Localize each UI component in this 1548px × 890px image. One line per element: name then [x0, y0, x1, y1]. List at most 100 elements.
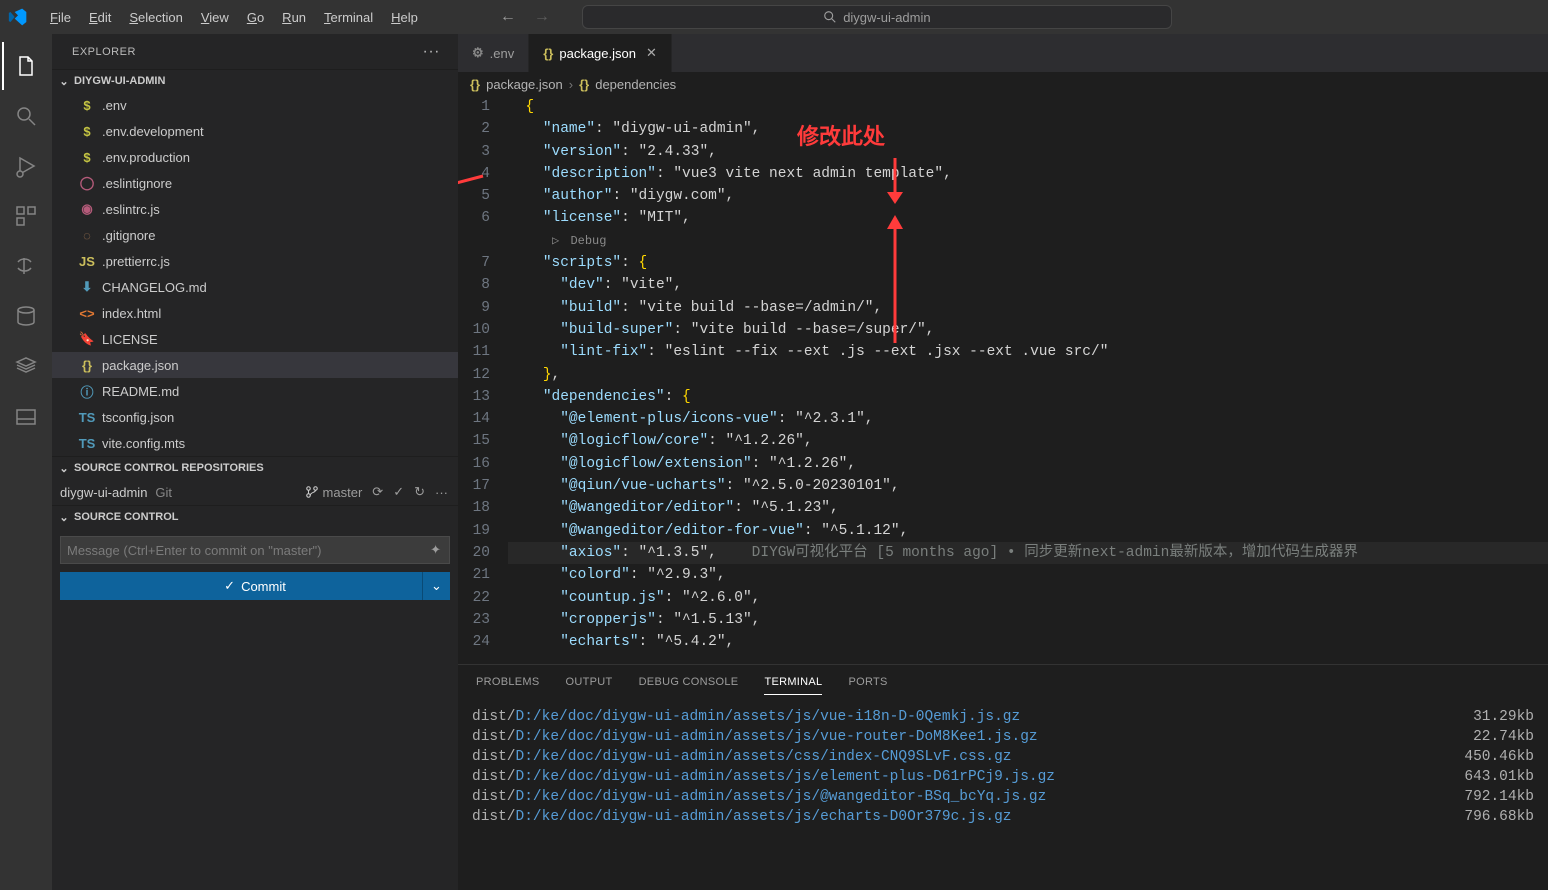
code-line[interactable]: "@wangeditor/editor-for-vue": "^5.1.12",: [508, 520, 1548, 542]
file-icon: ⬇: [78, 278, 96, 296]
nav-arrows: ← →: [500, 8, 550, 26]
code-line[interactable]: "countup.js": "^2.6.0",: [508, 587, 1548, 609]
code-line[interactable]: },: [508, 364, 1548, 386]
panel-tab-terminal[interactable]: TERMINAL: [764, 670, 822, 695]
scr-header[interactable]: ⌄ SOURCE CONTROL REPOSITORIES: [52, 456, 458, 479]
command-center[interactable]: diygw-ui-admin: [582, 5, 1172, 29]
tab-label: .env: [490, 46, 515, 61]
activity-search[interactable]: [2, 92, 50, 140]
source-control-header[interactable]: ⌄ SOURCE CONTROL: [52, 505, 458, 528]
menu-help[interactable]: Help: [383, 6, 426, 29]
code-line[interactable]: "dev": "vite",: [508, 274, 1548, 296]
code-line[interactable]: "lint-fix": "eslint --fix --ext .js --ex…: [508, 341, 1548, 363]
sparkle-icon[interactable]: ✦: [430, 542, 441, 558]
commit-message-input[interactable]: Message (Ctrl+Enter to commit on "master…: [60, 536, 450, 564]
nav-back-icon[interactable]: ←: [500, 8, 516, 26]
explorer-title-label: EXPLORER: [72, 46, 136, 58]
commit-dropdown[interactable]: ⌄: [422, 572, 450, 600]
file-row[interactable]: $.env.production: [52, 144, 458, 170]
scr-branch-name: master: [323, 485, 363, 500]
code-line[interactable]: "cropperjs": "^1.5.13",: [508, 609, 1548, 631]
code-line[interactable]: "dependencies": {: [508, 386, 1548, 408]
code-line[interactable]: "version": "2.4.33",: [508, 141, 1548, 163]
code-line[interactable]: "name": "diygw-ui-admin",: [508, 118, 1548, 140]
branch-picker[interactable]: master: [305, 485, 363, 500]
close-icon[interactable]: ✕: [646, 45, 657, 61]
code-line[interactable]: "build": "vite build --base=/admin/",: [508, 297, 1548, 319]
activity-run[interactable]: [2, 142, 50, 190]
more-icon[interactable]: ···: [423, 43, 440, 61]
code-line[interactable]: "colord": "^2.9.3",: [508, 564, 1548, 586]
activity-stack[interactable]: [2, 342, 50, 390]
code-line[interactable]: {: [508, 96, 1548, 118]
activity-bar: [0, 34, 52, 890]
arrow-up-icon: [883, 213, 907, 343]
file-row[interactable]: $.env: [52, 92, 458, 118]
file-icon: $: [78, 122, 96, 140]
more-icon[interactable]: ···: [435, 485, 448, 500]
code-line[interactable]: "build-super": "vite build --base=/super…: [508, 319, 1548, 341]
file-row[interactable]: $.env.development: [52, 118, 458, 144]
file-name: index.html: [102, 306, 161, 321]
file-row[interactable]: 🔖LICENSE: [52, 326, 458, 352]
panel-tab-problems[interactable]: PROBLEMS: [476, 670, 540, 694]
code-line[interactable]: "author": "diygw.com",: [508, 185, 1548, 207]
code-line[interactable]: "description": "vue3 vite next admin tem…: [508, 163, 1548, 185]
menu-selection[interactable]: Selection: [121, 6, 190, 29]
menu-view[interactable]: View: [193, 6, 237, 29]
file-row[interactable]: {}package.json: [52, 352, 458, 378]
sync-icon[interactable]: ⟳: [372, 484, 383, 500]
terminal-line: dist/D:/ke/doc/diygw-ui-admin/assets/js/…: [472, 807, 1534, 827]
commit-button[interactable]: ✓ Commit ⌄: [60, 572, 450, 600]
code-line[interactable]: "scripts": {: [508, 252, 1548, 274]
scr-repo-type: Git: [155, 485, 172, 500]
activity-extensions[interactable]: [2, 192, 50, 240]
menu-go[interactable]: Go: [239, 6, 272, 29]
breadcrumb[interactable]: {} package.json › {} dependencies: [458, 72, 1548, 96]
code-line[interactable]: "echarts": "^5.4.2",: [508, 631, 1548, 653]
git-branch-icon: [305, 485, 319, 499]
terminal-output[interactable]: dist/D:/ke/doc/diygw-ui-admin/assets/js/…: [458, 699, 1548, 890]
titlebar: FileEditSelectionViewGoRunTerminalHelp ←…: [0, 0, 1548, 34]
code-line[interactable]: "@logicflow/extension": "^1.2.26",: [508, 453, 1548, 475]
editor-tab[interactable]: ⚙.env: [458, 34, 529, 72]
chevron-right-icon: ›: [569, 77, 573, 92]
activity-explorer[interactable]: [2, 42, 50, 90]
file-row[interactable]: ◉.eslintrc.js: [52, 196, 458, 222]
file-row[interactable]: ◌.gitignore: [52, 222, 458, 248]
file-row[interactable]: TSvite.config.mts: [52, 430, 458, 456]
code-editor[interactable]: 123456789101112131415161718192021222324 …: [458, 96, 1548, 664]
check-icon[interactable]: ✓: [393, 484, 404, 500]
file-icon: ◯: [78, 174, 96, 192]
file-row[interactable]: JS.prettierrc.js: [52, 248, 458, 274]
panel-tab-ports[interactable]: PORTS: [848, 670, 887, 694]
menu-terminal[interactable]: Terminal: [316, 6, 381, 29]
code-line[interactable]: "@logicflow/core": "^1.2.26",: [508, 430, 1548, 452]
nav-forward-icon[interactable]: →: [534, 8, 550, 26]
file-row[interactable]: TStsconfig.json: [52, 404, 458, 430]
activity-db[interactable]: [2, 292, 50, 340]
scr-repo-row[interactable]: diygw-ui-admin Git master ⟳ ✓ ↻ ···: [52, 479, 458, 505]
menu-edit[interactable]: Edit: [81, 6, 119, 29]
activity-bottom[interactable]: [2, 392, 50, 440]
refresh-icon[interactable]: ↻: [414, 484, 425, 500]
panel-tab-debug-console[interactable]: DEBUG CONSOLE: [639, 670, 739, 694]
activity-remote[interactable]: [2, 242, 50, 290]
chevron-down-icon: ⌄: [56, 509, 72, 525]
code-line[interactable]: "license": "MIT",: [508, 207, 1548, 229]
code-line[interactable]: "@qiun/vue-ucharts": "^2.5.0-20230101",: [508, 475, 1548, 497]
file-name: vite.config.mts: [102, 436, 185, 451]
panel-tab-output[interactable]: OUTPUT: [566, 670, 613, 694]
code-line[interactable]: "@element-plus/icons-vue": "^2.3.1",: [508, 408, 1548, 430]
menu-file[interactable]: File: [42, 6, 79, 29]
menu-run[interactable]: Run: [274, 6, 314, 29]
file-row[interactable]: ⓘREADME.md: [52, 378, 458, 404]
file-row[interactable]: ◯.eslintignore: [52, 170, 458, 196]
editor-tab[interactable]: {}package.json✕: [529, 34, 672, 72]
project-header[interactable]: ⌄ DIYGW-UI-ADMIN: [52, 69, 458, 92]
code-line[interactable]: "axios": "^1.3.5", DIYGW可视化平台 [5 months …: [508, 542, 1548, 564]
file-row[interactable]: ⬇CHANGELOG.md: [52, 274, 458, 300]
file-row[interactable]: <>index.html: [52, 300, 458, 326]
codelens-debug[interactable]: ▷ Debug: [508, 230, 1548, 252]
code-line[interactable]: "@wangeditor/editor": "^5.1.23",: [508, 497, 1548, 519]
